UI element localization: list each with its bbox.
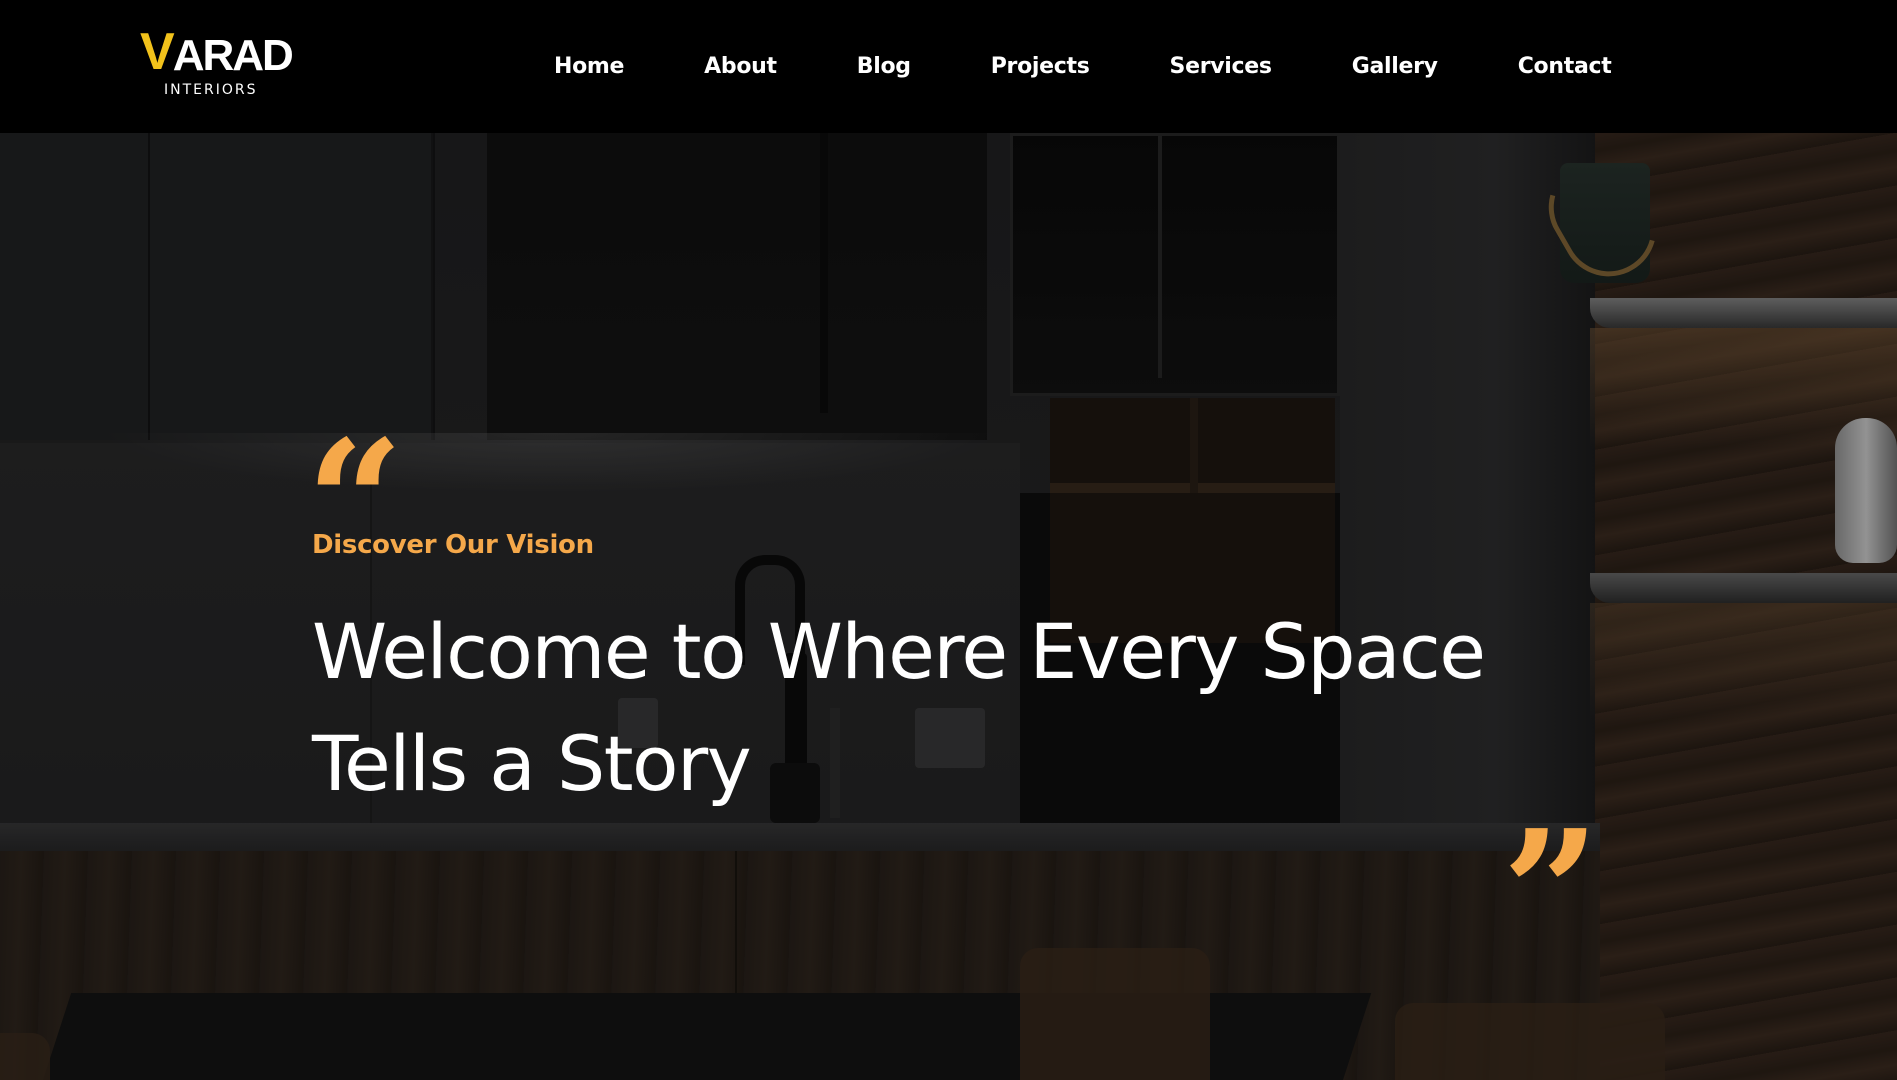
nav-item-gallery[interactable]: Gallery [1352, 54, 1438, 79]
site-header: V ARAD INTERIORS Home About Blog Projects… [0, 0, 1897, 133]
nav-item-projects[interactable]: Projects [991, 54, 1090, 79]
logo-mark: V [140, 23, 175, 81]
nav-item-about[interactable]: About [704, 54, 777, 79]
nav-item-services[interactable]: Services [1170, 54, 1272, 79]
logo-wordmark: V ARAD [140, 23, 294, 81]
nav-item-contact[interactable]: Contact [1518, 54, 1612, 79]
hero-dark-overlay [0, 133, 1897, 1080]
logo-word: ARAD [172, 31, 294, 80]
hero-background-image [0, 133, 1897, 1080]
nav-item-blog[interactable]: Blog [857, 54, 911, 79]
main-nav: Home About Blog Projects Services Galler… [554, 0, 1612, 133]
brand-logo[interactable]: V ARAD INTERIORS [140, 26, 294, 98]
nav-item-home[interactable]: Home [554, 54, 624, 79]
logo-subtitle: INTERIORS [164, 82, 258, 98]
